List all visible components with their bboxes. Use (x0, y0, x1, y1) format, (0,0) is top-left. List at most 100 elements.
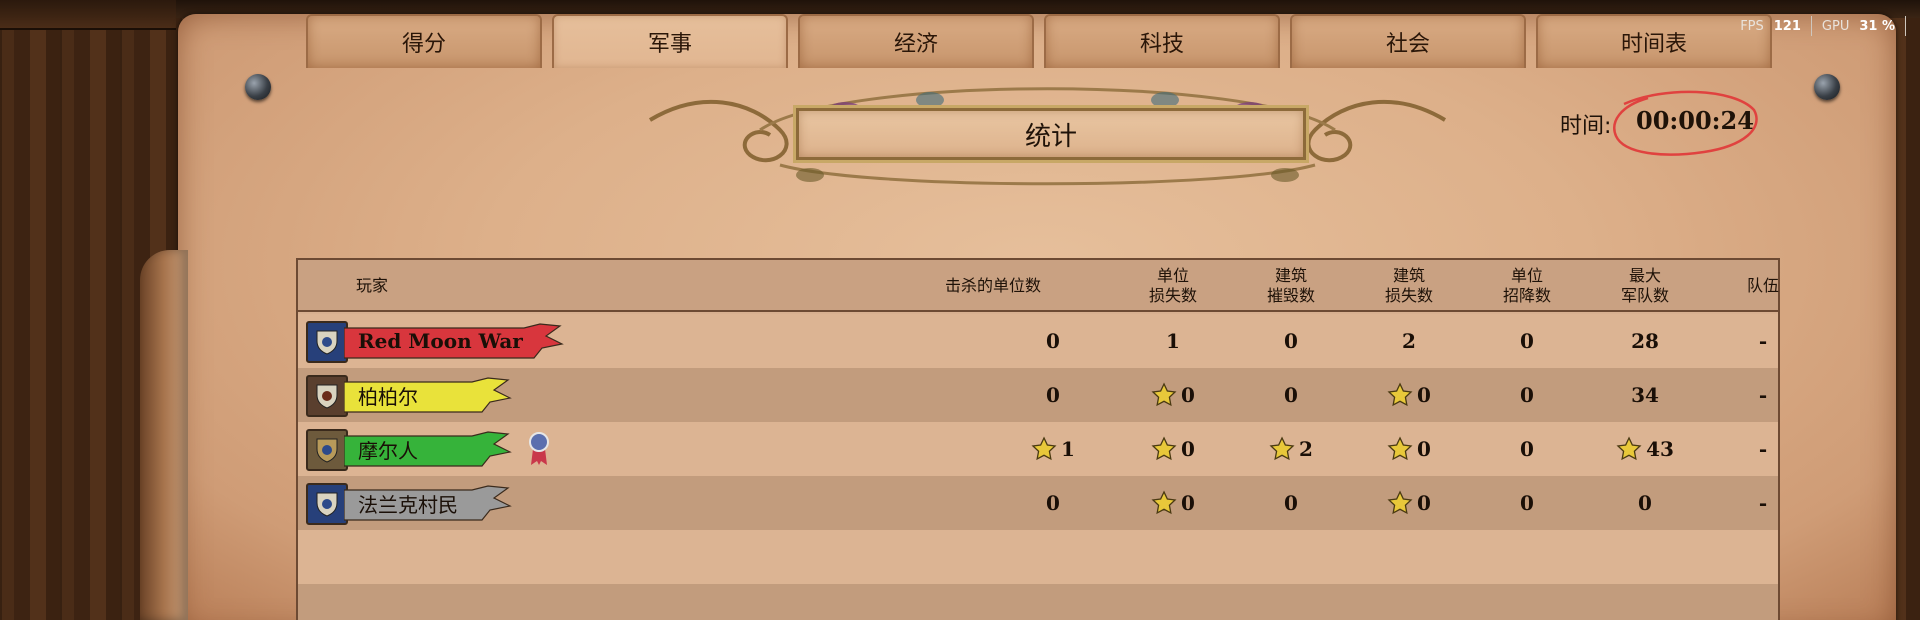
parchment-curl (140, 250, 188, 620)
star-icon (1387, 436, 1413, 461)
cell-kills: 0 (993, 476, 1113, 530)
overlay-divider (1810, 16, 1812, 36)
player-row: Red Moon War 0 1 0 2 0 28 - (298, 314, 1778, 368)
star-icon (1031, 436, 1057, 461)
header-buildings-razed-line2: 摧毁数 (1266, 286, 1315, 305)
player-name: 摩尔人 (358, 438, 418, 463)
time-label: 时间: (1560, 114, 1612, 139)
cell-unit-losses: 1 (1113, 314, 1233, 368)
page-title: 统计 (796, 108, 1306, 160)
medal-icon (529, 432, 549, 465)
cell-converted: 0 (1467, 422, 1587, 476)
cell-value: 0 (1284, 383, 1298, 407)
player-row: 摩尔人 1 0 2 0 0 43 - (298, 422, 1778, 476)
stats-table: 玩家 击杀的单位数 单位 损失数 建筑 摧毁数 建筑 损失数 单位 招降数 最大… (296, 258, 1780, 620)
star-icon (1151, 490, 1177, 515)
cell-kills: 0 (993, 314, 1113, 368)
cell-max-army: 43 (1585, 422, 1705, 476)
cell-value: 2 (1402, 329, 1416, 353)
cell-value: 1 (1061, 437, 1075, 461)
player-row: 法兰克村民 0 0 0 0 0 0 - (298, 476, 1778, 530)
cell-unit-losses: 0 (1113, 368, 1233, 422)
pin-right (1814, 74, 1840, 100)
overlay-divider (1905, 16, 1906, 36)
cell-value: 0 (1520, 437, 1534, 461)
cell-max-army: 34 (1585, 368, 1705, 422)
cell-value: 0 (1417, 437, 1431, 461)
cell-value: 2 (1299, 437, 1313, 461)
cell-value: - (1758, 329, 1768, 353)
cell-bldg-razed: 0 (1231, 476, 1351, 530)
tab-technology[interactable]: 科技 (1044, 14, 1280, 68)
cell-value: - (1758, 383, 1768, 407)
cell-max-army: 0 (1585, 476, 1705, 530)
header-kills: 击杀的单位数 (944, 276, 1041, 295)
fps-value: 121 (1773, 18, 1801, 34)
pin-left (245, 74, 271, 100)
table-header: 玩家 击杀的单位数 单位 损失数 建筑 摧毁数 建筑 损失数 单位 招降数 最大… (298, 260, 1779, 312)
cell-kills: 1 (993, 422, 1113, 476)
time-value: 00:00:24 (1636, 106, 1754, 135)
fps-label: FPS (1740, 18, 1764, 34)
performance-overlay: FPS 121 GPU 31 % (1740, 16, 1906, 36)
star-icon (1269, 436, 1295, 461)
cell-max-army: 28 (1585, 314, 1705, 368)
header-building-losses-line1: 建筑 (1392, 266, 1425, 285)
circle-sun-icon (306, 429, 348, 471)
cell-team: - (1703, 422, 1823, 476)
cell-unit-losses: 0 (1113, 476, 1233, 530)
cell-bldg-razed: 0 (1231, 368, 1351, 422)
cell-converted: 0 (1467, 476, 1587, 530)
berber-symbol-icon (306, 375, 348, 417)
gpu-label: GPU (1821, 18, 1850, 34)
header-units-converted-line2: 招降数 (1502, 286, 1551, 305)
cell-value: 0 (1520, 329, 1534, 353)
tab-society[interactable]: 社会 (1290, 14, 1526, 68)
star-icon (1387, 490, 1413, 515)
fleur-de-lis-icon (306, 483, 348, 525)
cell-value: - (1758, 437, 1768, 461)
cell-bldg-losses: 0 (1349, 368, 1469, 422)
header-building-losses-line2: 损失数 (1384, 286, 1433, 305)
cell-value: 0 (1417, 383, 1431, 407)
cell-value: 0 (1046, 329, 1060, 353)
cell-value: 0 (1181, 437, 1195, 461)
star-icon (1387, 382, 1413, 407)
player-name: 柏柏尔 (358, 384, 418, 409)
header-max-army-line1: 最大 (1628, 266, 1661, 285)
header-max-army-line2: 军队数 (1620, 286, 1669, 305)
fleur-de-lis-icon (306, 321, 348, 363)
cell-value: 0 (1046, 491, 1060, 515)
tab-score[interactable]: 得分 (306, 14, 542, 68)
header-unit-losses-line1: 单位 (1156, 266, 1189, 285)
cell-unit-losses: 0 (1113, 422, 1233, 476)
cell-value: 0 (1638, 491, 1652, 515)
cell-value: 0 (1417, 491, 1431, 515)
star-icon (1616, 436, 1642, 461)
cell-value: 0 (1181, 491, 1195, 515)
cell-value: 0 (1284, 491, 1298, 515)
tab-timeline[interactable]: 时间表 (1536, 14, 1772, 68)
header-player: 玩家 (356, 276, 389, 295)
cell-team: - (1703, 368, 1823, 422)
player-name: Red Moon War (358, 329, 523, 353)
header-team: 队伍 (1746, 276, 1779, 295)
cell-value: 1 (1166, 329, 1180, 353)
cell-bldg-razed: 0 (1231, 314, 1351, 368)
cell-bldg-losses: 0 (1349, 476, 1469, 530)
player-row: 柏柏尔 0 0 0 0 0 34 - (298, 368, 1778, 422)
cell-value: 43 (1646, 437, 1674, 461)
header-units-converted-line1: 单位 (1510, 266, 1543, 285)
cell-value: 0 (1046, 383, 1060, 407)
cell-team: - (1703, 476, 1823, 530)
tab-military[interactable]: 军事 (552, 14, 788, 68)
cell-bldg-razed: 2 (1231, 422, 1351, 476)
cell-value: 0 (1520, 491, 1534, 515)
cell-kills: 0 (993, 368, 1113, 422)
gpu-value: 31 % (1859, 18, 1895, 34)
tab-economy[interactable]: 经济 (798, 14, 1034, 68)
cell-value: 34 (1631, 383, 1659, 407)
cell-value: - (1758, 491, 1768, 515)
header-buildings-razed-line1: 建筑 (1274, 266, 1307, 285)
cell-value: 28 (1631, 329, 1659, 353)
